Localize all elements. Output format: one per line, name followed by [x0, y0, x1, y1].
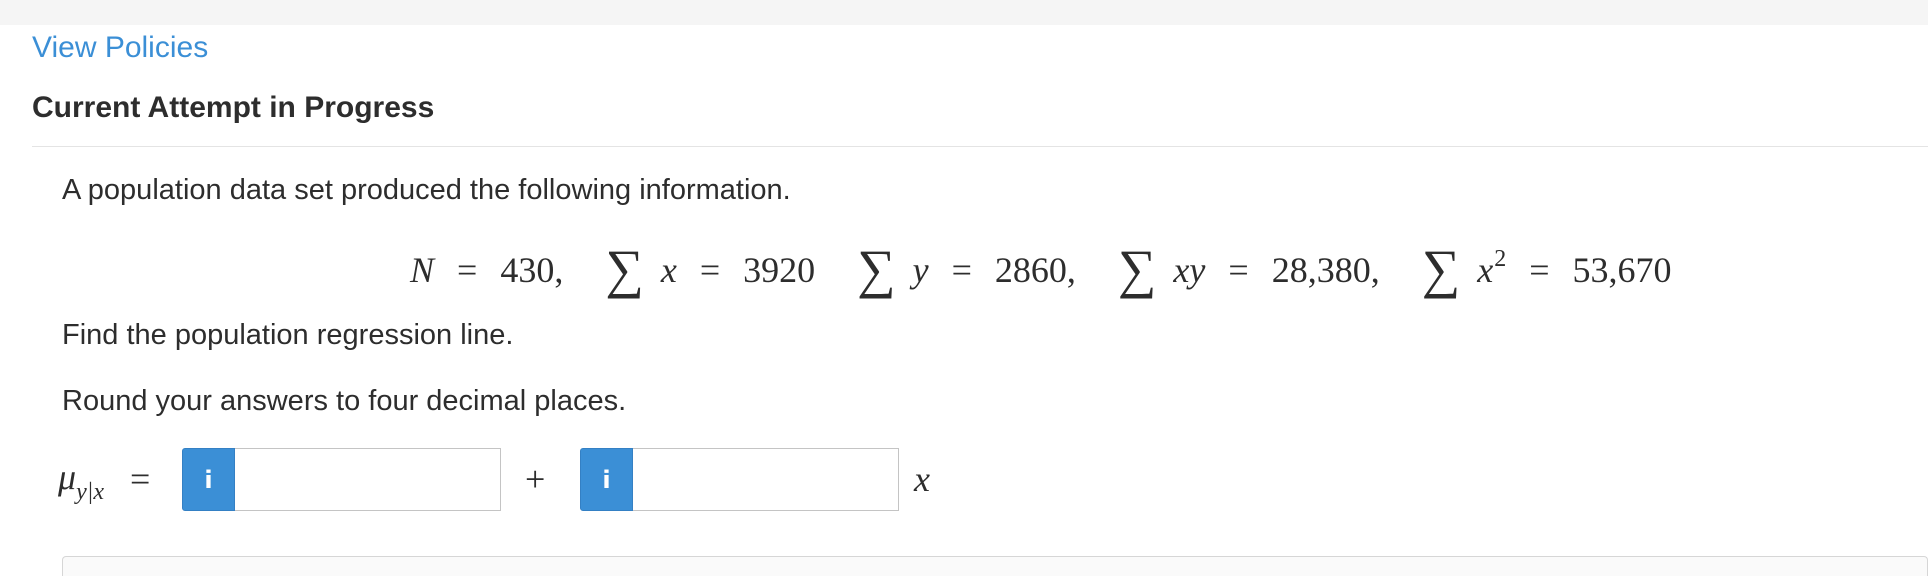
- slope-input[interactable]: [633, 448, 899, 511]
- top-strip: [0, 0, 1928, 25]
- equals-sign: =: [951, 250, 972, 290]
- question-instruction: Find the population regression line.: [62, 319, 514, 351]
- x-variable: x: [914, 459, 930, 499]
- sum-y-variable: y: [912, 250, 929, 290]
- equals-sign: =: [1228, 250, 1249, 290]
- plus-sign: +: [525, 459, 546, 499]
- next-section-box: [62, 556, 1928, 576]
- n-value: 430,: [500, 250, 564, 290]
- sum-x-value: 3920: [743, 250, 816, 290]
- sum-x-variable: x: [660, 250, 677, 290]
- mu-symbol: μ: [58, 457, 77, 497]
- sum-x2-value: 53,670: [1572, 250, 1672, 290]
- n-variable: N: [410, 250, 435, 290]
- answer-equals-sign: =: [130, 459, 151, 499]
- equals-sign: =: [1529, 250, 1550, 290]
- mu-label: μy|x: [58, 457, 104, 512]
- sigma-symbol: ∑: [605, 239, 644, 299]
- sum-x2-exponent: 2: [1494, 246, 1507, 272]
- equals-sign: =: [699, 250, 721, 290]
- sum-xy-variable: xy: [1173, 250, 1206, 290]
- mu-subscript: y|x: [76, 479, 104, 505]
- answer-row: μy|x = i + i x: [58, 445, 958, 515]
- slope-info-icon[interactable]: i: [580, 448, 633, 511]
- sigma-symbol: ∑: [1421, 239, 1461, 299]
- intercept-input[interactable]: [235, 448, 501, 511]
- view-policies-link[interactable]: View Policies: [32, 30, 208, 66]
- attempt-heading: Current Attempt in Progress: [32, 91, 435, 124]
- intercept-info-icon[interactable]: i: [182, 448, 235, 511]
- sum-x2-variable: x: [1477, 250, 1494, 290]
- divider: [32, 146, 1928, 147]
- rounding-note: Round your answers to four decimal place…: [62, 385, 627, 417]
- sum-y-value: 2860,: [994, 250, 1076, 290]
- equals-sign: =: [457, 250, 478, 290]
- sum-xy-value: 28,380,: [1271, 250, 1380, 290]
- sigma-symbol: ∑: [857, 239, 896, 299]
- sigma-symbol: ∑: [1117, 239, 1157, 299]
- question-intro: A population data set produced the follo…: [62, 174, 791, 206]
- given-equation: N = 430, ∑ x = 3920 ∑ y = 2860, ∑ xy = 2…: [410, 234, 1672, 296]
